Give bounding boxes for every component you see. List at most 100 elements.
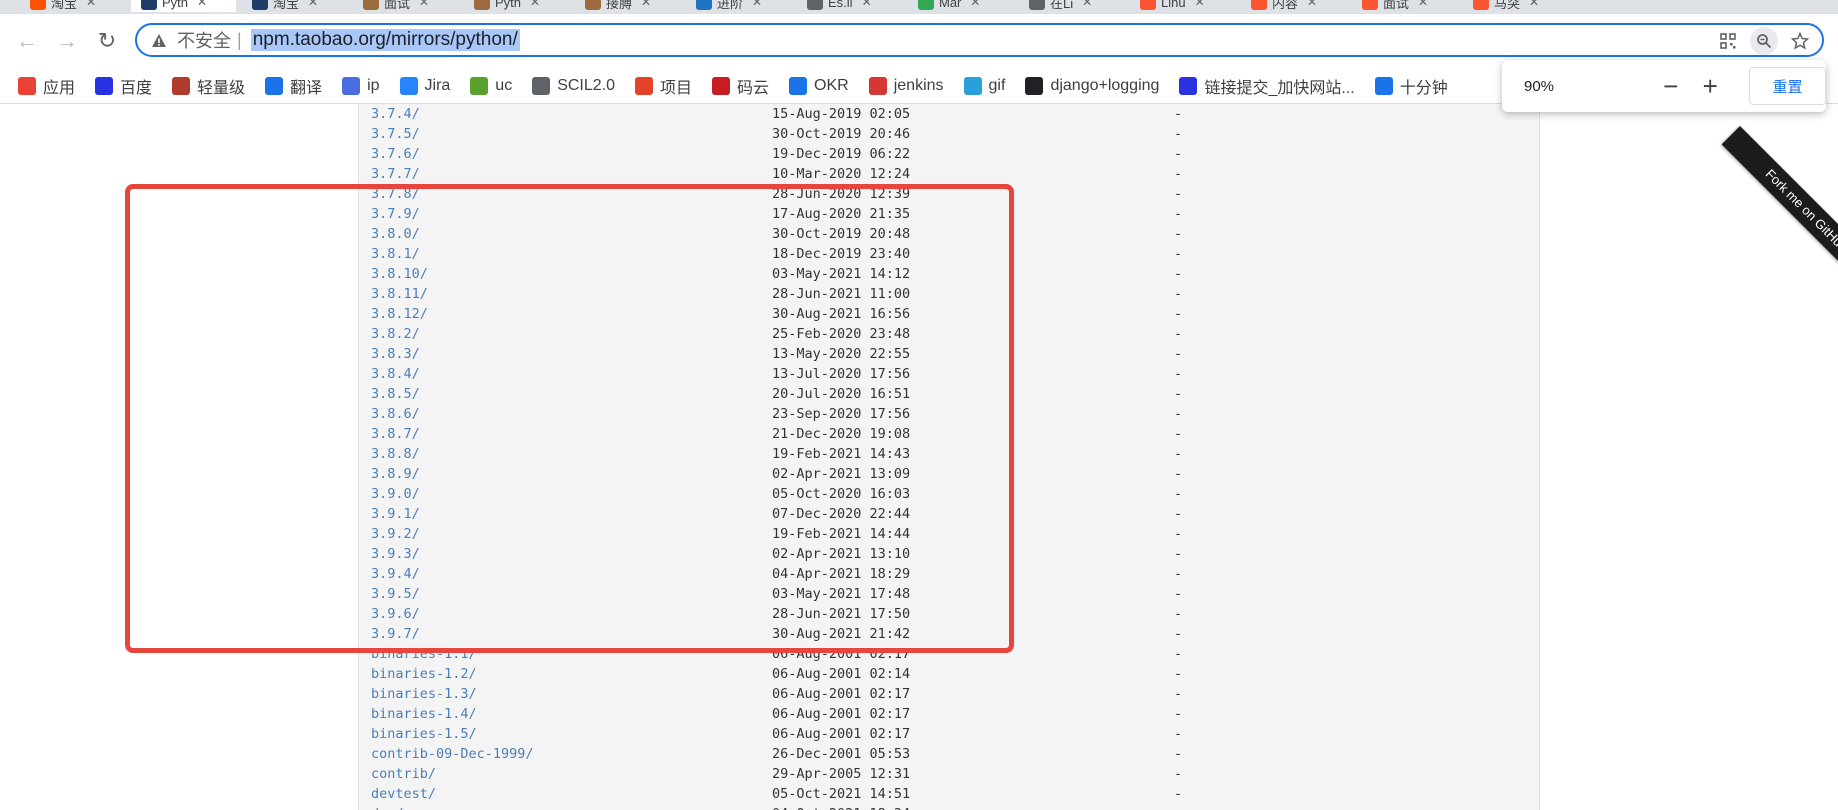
zoom-out-button[interactable]: − [1654, 69, 1688, 103]
url-text[interactable]: npm.taobao.org/mirrors/python/ [250, 29, 520, 51]
bookmark-item[interactable]: 应用 [18, 74, 75, 98]
close-tab-icon[interactable]: ✕ [1529, 0, 1539, 9]
bookmark-item[interactable]: 项目 [635, 74, 692, 98]
browser-tab[interactable]: Linu ✕ [1130, 0, 1235, 12]
browser-tab[interactable]: 面试 ✕ [1352, 0, 1457, 12]
browser-tab[interactable]: 内容 ✕ [1241, 0, 1346, 12]
browser-tab[interactable]: 在Li ✕ [1019, 0, 1124, 12]
directory-link[interactable]: binaries-1.4/ [371, 704, 477, 724]
directory-link[interactable]: 3.8.5/ [371, 384, 420, 404]
close-tab-icon[interactable]: ✕ [641, 0, 651, 9]
directory-link[interactable]: 3.8.0/ [371, 224, 420, 244]
bookmark-star-icon[interactable] [1786, 27, 1814, 55]
qr-code-icon[interactable] [1714, 27, 1742, 55]
directory-link[interactable]: doc/ [371, 804, 404, 810]
bookmark-item[interactable]: 百度 [95, 74, 152, 98]
directory-link[interactable]: 3.7.9/ [371, 204, 420, 224]
directory-link[interactable]: 3.8.10/ [371, 264, 428, 284]
close-tab-icon[interactable]: ✕ [1195, 0, 1205, 9]
bookmark-item[interactable]: 轻量级 [172, 74, 245, 98]
forward-button[interactable]: → [52, 26, 82, 56]
insecure-label[interactable]: 不安全 [177, 27, 231, 53]
browser-tab[interactable]: Es.li ✕ [797, 0, 902, 12]
directory-link[interactable]: 3.8.6/ [371, 404, 420, 424]
warning-triangle-icon[interactable] [150, 31, 168, 49]
bookmark-item[interactable]: 翻译 [265, 74, 322, 98]
bookmark-item[interactable]: jenkins [868, 76, 944, 95]
directory-link[interactable]: 3.9.1/ [371, 504, 420, 524]
file-size: - [1174, 486, 1183, 502]
bookmark-item[interactable]: gif [963, 76, 1005, 95]
browser-tab[interactable]: 面试 ✕ [353, 0, 458, 12]
modified-date: 04-Oct-2021 18:34 [772, 804, 910, 810]
directory-link[interactable]: binaries-1.2/ [371, 664, 477, 684]
directory-link[interactable]: 3.8.8/ [371, 444, 420, 464]
close-tab-icon[interactable]: ✕ [197, 0, 207, 9]
directory-link[interactable]: 3.9.0/ [371, 484, 420, 504]
directory-link[interactable]: 3.8.11/ [371, 284, 428, 304]
zoom-reset-button[interactable]: 重置 [1749, 67, 1826, 105]
close-tab-icon[interactable]: ✕ [862, 0, 872, 9]
directory-link[interactable]: 3.7.4/ [371, 104, 420, 124]
directory-link[interactable]: 3.7.5/ [371, 124, 420, 144]
browser-tab[interactable]: Mar ✕ [908, 0, 1013, 12]
browser-tab[interactable]: 淘宝 ✕ [20, 0, 125, 12]
directory-link[interactable]: 3.9.5/ [371, 584, 420, 604]
directory-link[interactable]: 3.8.9/ [371, 464, 420, 484]
modified-date: 04-Apr-2021 18:29 [772, 566, 911, 582]
browser-tab[interactable]: 淘宝 ✕ [242, 0, 347, 12]
bookmark-item[interactable]: django+logging [1025, 76, 1159, 95]
directory-link[interactable]: 3.7.7/ [371, 164, 420, 184]
zoom-in-button[interactable]: + [1693, 69, 1727, 103]
bookmark-item[interactable]: SCIL2.0 [532, 76, 615, 95]
directory-link[interactable]: 3.7.8/ [371, 184, 420, 204]
browser-tab[interactable]: Pyth ✕ [131, 0, 236, 12]
zoom-magnifier-icon[interactable] [1750, 27, 1778, 55]
tab-title: Es.li [828, 0, 853, 10]
close-tab-icon[interactable]: ✕ [86, 0, 96, 9]
directory-link[interactable]: binaries-1.5/ [371, 724, 477, 744]
bookmark-item[interactable]: ip [342, 76, 380, 95]
bookmark-item[interactable]: 十分钟 [1374, 74, 1448, 98]
address-bar[interactable]: 不安全 | npm.taobao.org/mirrors/python/ [135, 23, 1824, 57]
close-tab-icon[interactable]: ✕ [752, 0, 762, 9]
directory-link[interactable]: 3.8.12/ [371, 304, 428, 324]
directory-link[interactable]: 3.8.3/ [371, 344, 420, 364]
directory-link[interactable]: binaries-1.3/ [371, 684, 477, 704]
directory-link[interactable]: 3.9.2/ [371, 524, 420, 544]
tab-title: 面试 [384, 0, 411, 11]
close-tab-icon[interactable]: ✕ [1418, 0, 1428, 9]
bookmark-item[interactable]: Jira [399, 76, 450, 95]
directory-link[interactable]: 3.8.2/ [371, 324, 420, 344]
bookmark-item[interactable]: OKR [789, 76, 849, 95]
directory-link[interactable]: 3.9.6/ [371, 604, 420, 624]
bookmark-item[interactable]: 码云 [712, 74, 769, 98]
directory-link[interactable]: 3.9.7/ [371, 624, 420, 644]
close-tab-icon[interactable]: ✕ [530, 0, 540, 9]
browser-tab[interactable]: 接膊 ✕ [575, 0, 680, 12]
browser-tab[interactable]: 进阶 ✕ [686, 0, 791, 12]
bookmark-item[interactable]: 链接提交_加快网站... [1179, 74, 1355, 98]
close-tab-icon[interactable]: ✕ [1082, 0, 1092, 9]
browser-tab[interactable]: 马突 ✕ [1463, 0, 1568, 12]
close-tab-icon[interactable]: ✕ [970, 0, 980, 9]
directory-link[interactable]: contrib/ [371, 764, 436, 784]
directory-link[interactable]: 3.9.4/ [371, 564, 420, 584]
close-tab-icon[interactable]: ✕ [308, 0, 318, 9]
close-tab-icon[interactable]: ✕ [1307, 0, 1317, 9]
gif-icon [963, 76, 982, 95]
directory-link[interactable]: 3.8.7/ [371, 424, 420, 444]
directory-link[interactable]: 3.8.4/ [371, 364, 420, 384]
directory-link[interactable]: 3.7.6/ [371, 144, 420, 164]
directory-link[interactable]: contrib-09-Dec-1999/ [371, 744, 534, 764]
back-button[interactable]: ← [12, 26, 42, 56]
directory-link[interactable]: devtest/ [371, 784, 436, 804]
file-size: - [1174, 766, 1183, 782]
bookmark-item[interactable]: uc [470, 76, 512, 95]
reload-button[interactable]: ↻ [92, 26, 122, 56]
directory-link[interactable]: 3.9.3/ [371, 544, 420, 564]
browser-tab[interactable]: Pyth ✕ [464, 0, 569, 12]
close-tab-icon[interactable]: ✕ [419, 0, 429, 9]
directory-link[interactable]: binaries-1.1/ [371, 644, 477, 664]
directory-link[interactable]: 3.8.1/ [371, 244, 420, 264]
